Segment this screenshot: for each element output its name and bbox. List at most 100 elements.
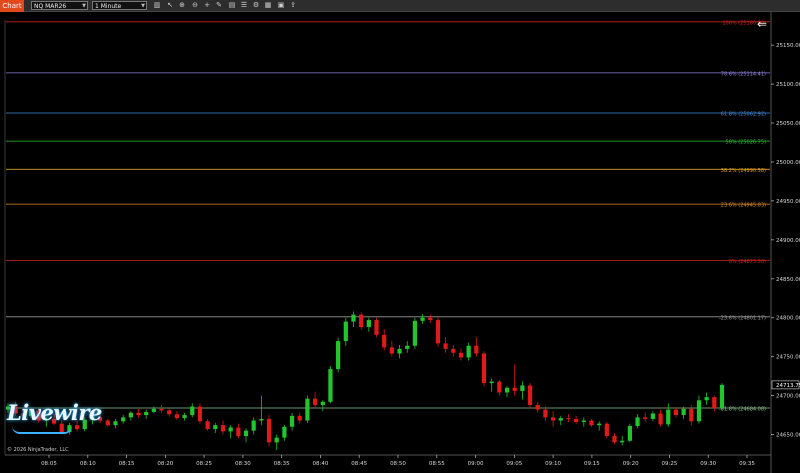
x-tick-label: 09:35: [739, 461, 755, 467]
candle-body: [520, 385, 525, 391]
candle-body: [650, 413, 656, 419]
order-panel-icon[interactable]: ▦: [264, 1, 272, 10]
crosshair-icon[interactable]: +: [203, 1, 211, 10]
candle-body: [113, 421, 118, 426]
x-tick-label: 09:20: [623, 461, 639, 467]
zoom-in-icon[interactable]: ⊕: [178, 1, 186, 10]
x-tick-label: 09:30: [700, 461, 716, 467]
y-tick-label: 24850.00: [776, 277, 800, 283]
x-tick-label: 09:05: [506, 461, 522, 467]
candle-body: [643, 417, 648, 419]
candle-body: [504, 387, 510, 393]
x-tick-label: 08:40: [313, 461, 329, 467]
candle-body: [581, 420, 586, 423]
candle-body: [220, 425, 226, 432]
candle-body: [144, 411, 149, 416]
candle-body: [612, 436, 617, 443]
candle-body: [627, 425, 632, 441]
copyright-text: © 2026 NinjaTrader, LLC: [7, 447, 69, 453]
fib-level-label: -23.6% (24801.17): [719, 315, 766, 321]
candle-body: [205, 421, 210, 430]
chart-tab[interactable]: Chart: [0, 0, 24, 12]
candle-body: [451, 348, 456, 353]
data-box-icon[interactable]: ▤: [228, 1, 236, 10]
candle-body: [382, 334, 387, 348]
template-icon[interactable]: ▣: [277, 1, 285, 10]
candle-body: [328, 369, 333, 402]
candle-body: [604, 423, 609, 437]
price-chart[interactable]: 100% (25180.00)78.6% (25114.41)61.8% (25…: [0, 12, 800, 473]
candle-body: [289, 415, 295, 427]
y-tick-label: 24750.00: [776, 355, 800, 361]
candle-body: [320, 401, 325, 405]
candle-body: [689, 408, 694, 422]
candle: [359, 312, 364, 330]
fib-level-label: 78.6% (25114.41): [721, 71, 766, 77]
candle-body: [719, 384, 725, 409]
candle-body: [266, 418, 272, 443]
properties-icon[interactable]: ☰: [240, 1, 248, 10]
candle-body: [136, 412, 141, 416]
x-tick-label: 09:00: [468, 461, 484, 467]
candle: [435, 317, 441, 347]
strategies-icon[interactable]: ⚙: [252, 1, 260, 10]
candle-body: [159, 408, 164, 411]
candle-body: [558, 418, 563, 421]
drawing-tools-icon[interactable]: ✎: [215, 1, 223, 10]
y-tick-label: 24700.00: [776, 394, 800, 400]
candle-body: [435, 320, 441, 344]
candle-body: [420, 317, 425, 321]
candle-body: [635, 417, 640, 426]
back-arrow-icon[interactable]: ⇐: [757, 17, 767, 31]
candle-body: [489, 381, 494, 384]
candle-body: [704, 397, 709, 401]
pointer-icon[interactable]: ↖: [166, 1, 174, 10]
candle-body: [527, 385, 533, 405]
y-tick-label: 25050.00: [776, 121, 800, 127]
candle-body: [443, 343, 448, 349]
candle-body: [351, 314, 356, 322]
instrument-selector[interactable]: NQ MAR26 ▼: [31, 1, 88, 10]
candle-body: [696, 400, 702, 422]
zoom-out-icon[interactable]: ⊖: [191, 1, 199, 10]
y-tick-label: 25000.00: [776, 160, 800, 166]
candle-body: [589, 420, 594, 426]
candle-body: [620, 440, 625, 443]
candle-body: [282, 426, 287, 438]
candle-body: [343, 321, 348, 342]
candle-body: [658, 413, 663, 425]
fib-level-label: 23.6% (24945.83): [721, 203, 766, 209]
candle-body: [550, 417, 556, 421]
candle: [412, 317, 418, 349]
chart-toolbar: Chart NQ MAR26 ▼ 1 Minute ▼ ▥ ↖ ⊕ ⊖ + ✎ …: [0, 0, 800, 12]
candle-body: [428, 317, 433, 321]
candle-body: [481, 353, 487, 384]
y-tick-label: 25150.00: [776, 43, 800, 49]
y-tick-label: 25100.00: [776, 82, 800, 88]
candle: [604, 422, 609, 439]
candle: [481, 351, 487, 387]
chevron-down-icon: ▼: [141, 3, 145, 9]
candle: [266, 415, 272, 447]
candle: [305, 395, 310, 423]
candle-body: [259, 418, 264, 421]
interval-selector[interactable]: 1 Minute ▼: [92, 1, 147, 10]
interval-label: 1 Minute: [95, 3, 122, 10]
candle-body: [228, 427, 233, 432]
candle-body: [243, 430, 249, 437]
fib-level-label: -61.8% (24684.08): [719, 406, 766, 412]
candle-body: [359, 314, 364, 328]
candle-body: [336, 341, 341, 370]
x-tick-label: 09:10: [545, 461, 561, 467]
x-tick-label: 09:15: [584, 461, 600, 467]
bars-type-icon[interactable]: ▥: [153, 1, 161, 10]
candle-body: [666, 409, 671, 425]
candle-body: [389, 347, 394, 354]
candle: [374, 317, 379, 338]
x-tick-label: 08:10: [80, 461, 96, 467]
candle-body: [543, 409, 548, 418]
x-tick-label: 08:35: [274, 461, 290, 467]
fib-level-label: 61.8% (25062.92): [721, 111, 766, 117]
candle-body: [74, 425, 80, 430]
share-icon[interactable]: ⇪: [289, 1, 297, 10]
